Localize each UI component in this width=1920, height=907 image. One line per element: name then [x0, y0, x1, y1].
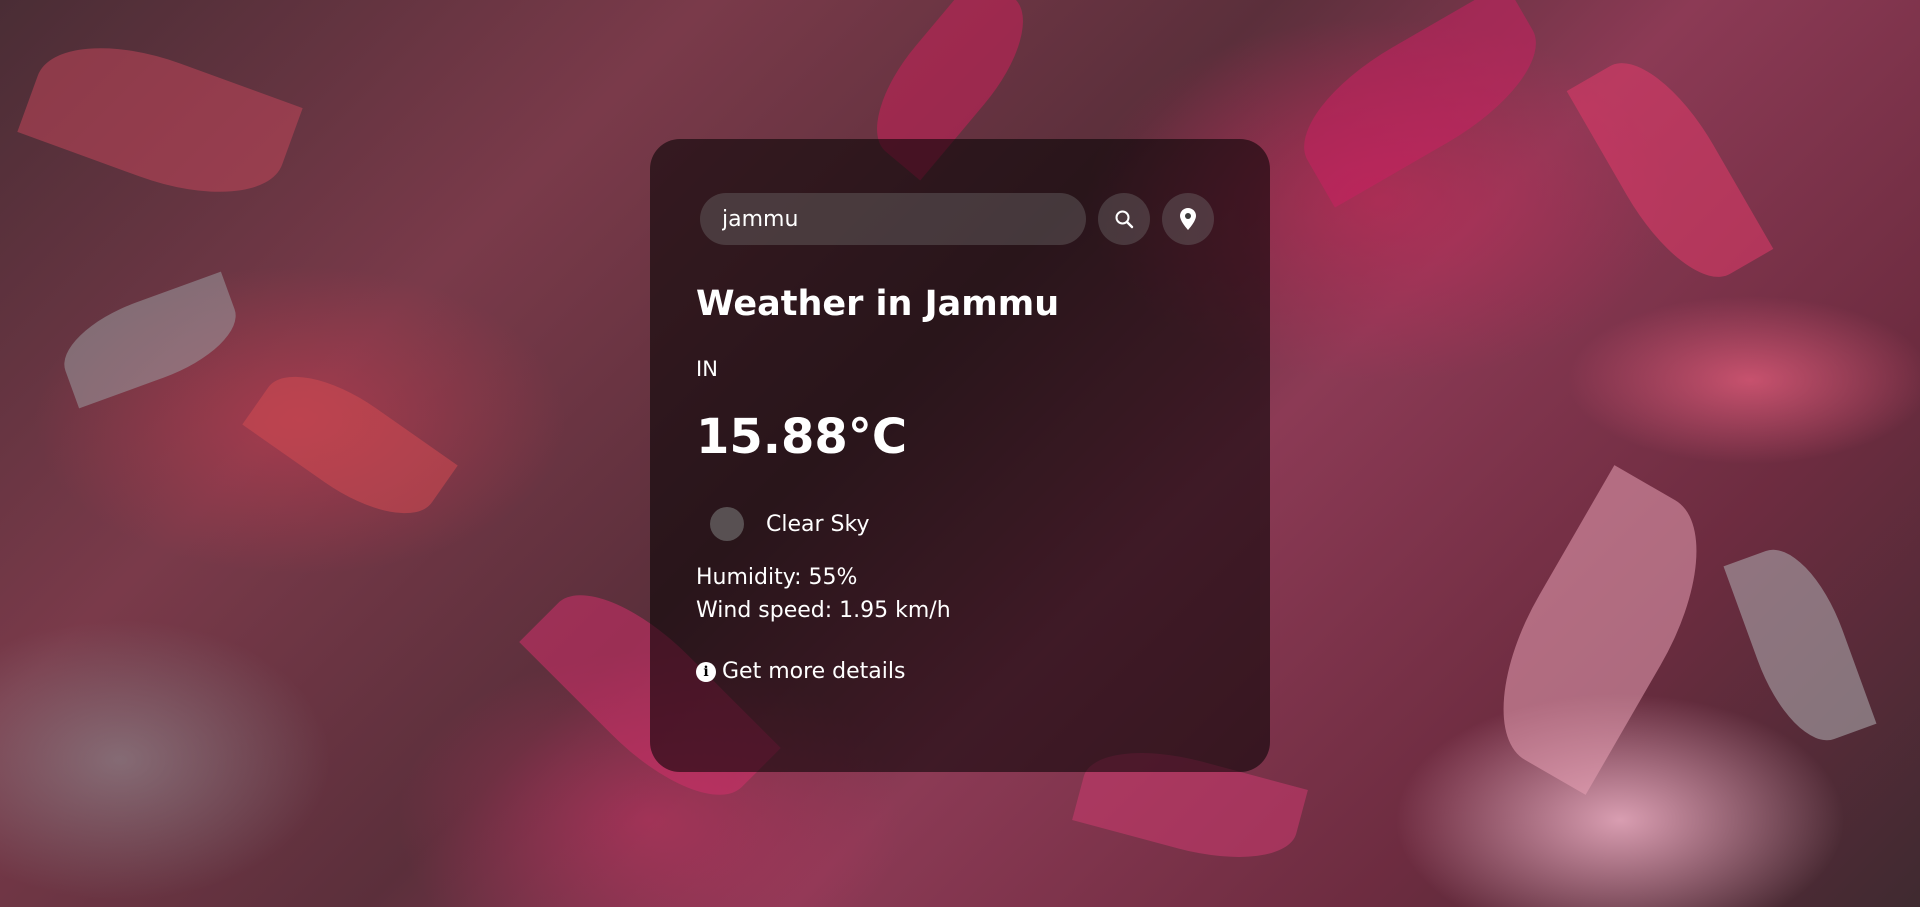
country-code: IN: [696, 357, 718, 381]
more-details-label: Get more details: [722, 659, 906, 684]
humidity: Humidity: 55%: [696, 565, 858, 590]
weather-condition: Clear Sky: [696, 507, 1224, 541]
leaf-shape: [51, 271, 249, 409]
wind-speed: Wind speed: 1.95 km/h: [696, 598, 951, 623]
leaf-shape: [1279, 0, 1561, 208]
search-button[interactable]: [1098, 193, 1150, 245]
search-input[interactable]: [700, 193, 1086, 245]
leaf-shape: [242, 350, 458, 540]
info-icon: i: [696, 661, 716, 682]
weather-condition-icon: [710, 507, 744, 541]
more-details-link[interactable]: i Get more details: [696, 659, 1224, 684]
leaf-shape: [1464, 465, 1736, 795]
weather-card: Weather in Jammu IN 15.88°C Clear Sky Hu…: [650, 139, 1270, 772]
temperature: 15.88°C: [696, 409, 908, 465]
leaf-shape: [1566, 41, 1774, 299]
search-bar: [700, 193, 1224, 245]
search-icon: [1114, 209, 1134, 229]
leaf-shape: [17, 19, 303, 221]
weather-stats: Humidity: 55% Wind speed: 1.95 km/h: [696, 561, 1224, 627]
leaf-shape: [1723, 535, 1877, 755]
weather-description: Clear Sky: [766, 511, 870, 537]
city-title: Weather in Jammu: [696, 284, 1060, 324]
current-location-button[interactable]: [1162, 193, 1214, 245]
map-pin-icon: [1180, 208, 1196, 230]
